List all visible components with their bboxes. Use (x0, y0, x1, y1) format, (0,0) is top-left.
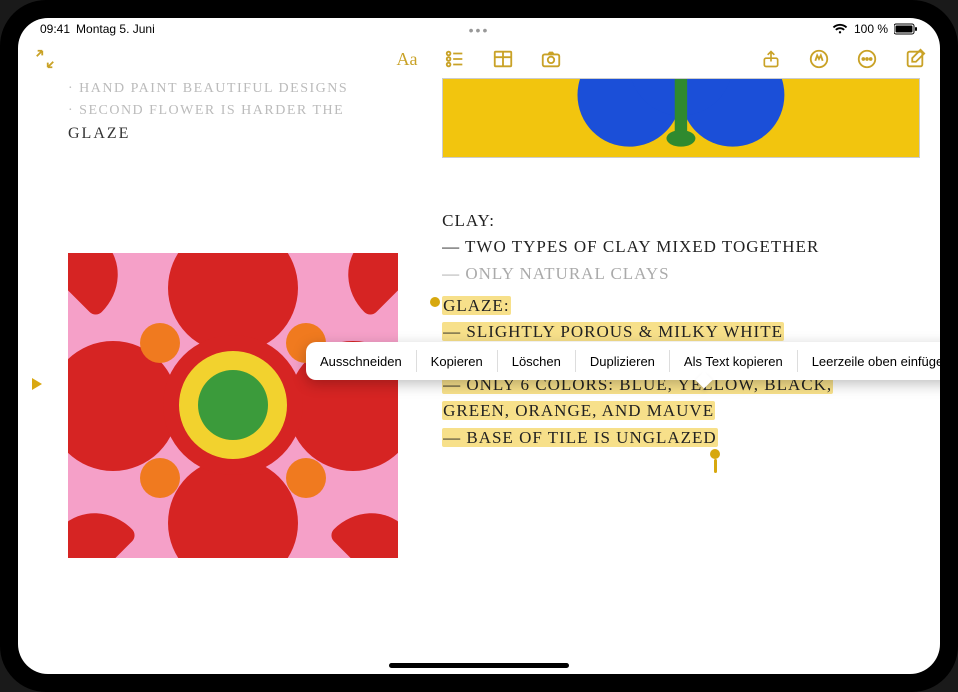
markup-icon[interactable] (804, 44, 834, 74)
more-icon[interactable] (852, 44, 882, 74)
ctx-duplicate[interactable]: Duplizieren (576, 342, 669, 380)
ctx-insert-line-above[interactable]: Leerzeile oben einfügen (798, 342, 940, 380)
grab-handle-icon[interactable]: ••• (469, 22, 490, 38)
ctx-copy-as-text[interactable]: Als Text kopieren (670, 342, 797, 380)
battery-icon (894, 23, 918, 35)
home-indicator[interactable] (389, 663, 569, 668)
ctx-cut[interactable]: Ausschneiden (306, 342, 416, 380)
handwriting-area[interactable]: CLAY: — TWO TYPES OF CLAY MIXED TOGETHER… (442, 208, 920, 451)
context-menu: Ausschneiden Kopieren Löschen Dupliziere… (306, 342, 940, 380)
clay-heading: CLAY: (442, 208, 920, 234)
selection-handle-end[interactable] (710, 449, 720, 459)
flower-tile-image[interactable] (68, 253, 398, 558)
compose-icon[interactable] (900, 44, 930, 74)
clay-line-1: — TWO TYPES OF CLAY MIXED TOGETHER (442, 234, 920, 260)
faded-line-2: · SECOND FLOWER IS HARDER THE (68, 100, 432, 122)
left-glaze-text: GLAZE (68, 125, 432, 143)
format-icon[interactable]: Aa (392, 44, 422, 74)
ctx-delete[interactable]: Löschen (498, 342, 575, 380)
screen: 09:41 Montag 5. Juni 100 % ••• (18, 18, 940, 674)
camera-icon[interactable] (536, 44, 566, 74)
share-icon[interactable] (756, 44, 786, 74)
toolbar: ••• Aa (18, 40, 940, 78)
glaze-heading: GLAZE: (442, 293, 920, 319)
status-time: 09:41 (40, 22, 70, 36)
clay-line-2: — ONLY NATURAL CLAYS (442, 261, 920, 287)
faded-line-1: · HAND PAINT BEAUTIFUL DESIGNS (68, 78, 432, 100)
collapse-icon[interactable] (30, 44, 60, 74)
selection-handle-tail[interactable] (714, 459, 717, 473)
glaze-line-3b: GREEN, ORANGE, AND MAUVE (442, 398, 920, 424)
wifi-icon (832, 23, 848, 35)
checklist-icon[interactable] (440, 44, 470, 74)
ipad-frame: 09:41 Montag 5. Juni 100 % ••• (0, 0, 958, 692)
glaze-line-4: — BASE OF TILE IS UNGLAZED (442, 425, 920, 451)
status-date: Montag 5. Juni (76, 22, 155, 36)
ctx-copy[interactable]: Kopieren (417, 342, 497, 380)
note-content[interactable]: · HAND PAINT BEAUTIFUL DESIGNS · SECOND … (18, 78, 940, 674)
top-image-strip[interactable] (442, 78, 920, 158)
status-battery-text: 100 % (854, 22, 888, 36)
table-icon[interactable] (488, 44, 518, 74)
